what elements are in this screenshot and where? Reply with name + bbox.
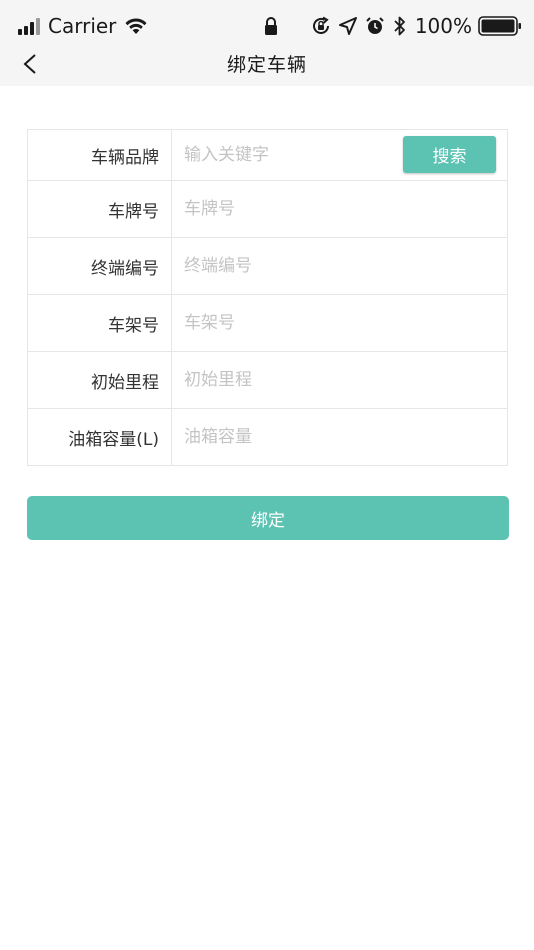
terminal-field: [172, 238, 507, 294]
form-row-terminal: 终端编号: [28, 237, 507, 294]
tank-field: [172, 409, 507, 465]
form-row-mileage: 初始里程: [28, 351, 507, 408]
plate-number-input[interactable]: [184, 199, 384, 219]
frame-label: 车架号: [28, 295, 172, 351]
form-row-plate: 车牌号: [28, 180, 507, 237]
status-right: 100%: [303, 12, 522, 40]
mileage-label: 初始里程: [28, 352, 172, 408]
tank-label: 油箱容量(L): [28, 409, 172, 465]
plate-label: 车牌号: [28, 181, 172, 237]
location-icon: [338, 17, 357, 35]
terminal-number-input[interactable]: [184, 256, 384, 276]
bluetooth-icon: [394, 16, 405, 36]
navigation-bar: 绑定车辆: [0, 40, 534, 86]
frame-number-input[interactable]: [184, 313, 384, 333]
battery-percentage: 100%: [414, 14, 472, 38]
form-row-brand: 车辆品牌 搜索: [28, 130, 507, 180]
lock-icon: [265, 17, 277, 35]
tank-capacity-input[interactable]: [184, 427, 384, 447]
brand-search-input[interactable]: [184, 145, 384, 165]
form-row-tank: 油箱容量(L): [28, 408, 507, 465]
carrier-label: Carrier: [48, 14, 117, 38]
bind-vehicle-screen: Carrier 100% 绑定车辆 车辆品牌 输入关键字 搜索 车牌号 车牌号 …: [0, 0, 534, 950]
search-button[interactable]: 搜索: [403, 136, 496, 173]
battery-icon: [478, 16, 521, 36]
brand-field: 搜索: [172, 130, 507, 180]
alarm-icon: [366, 17, 384, 34]
rotation-lock-icon: [312, 16, 329, 34]
vehicle-form: 车辆品牌 搜索 车牌号 终端编号 车架号 初始里程: [27, 129, 508, 466]
signal-icon: [18, 17, 42, 35]
brand-label: 车辆品牌: [28, 130, 172, 180]
form-row-frame: 车架号: [28, 294, 507, 351]
mileage-field: [172, 352, 507, 408]
status-left: Carrier: [18, 12, 148, 40]
wifi-icon: [125, 18, 147, 34]
bind-button[interactable]: 绑定: [27, 496, 509, 540]
frame-field: [172, 295, 507, 351]
plate-field: [172, 181, 507, 237]
initial-mileage-input[interactable]: [184, 370, 384, 390]
page-title: 绑定车辆: [226, 54, 307, 76]
terminal-label: 终端编号: [28, 238, 172, 294]
